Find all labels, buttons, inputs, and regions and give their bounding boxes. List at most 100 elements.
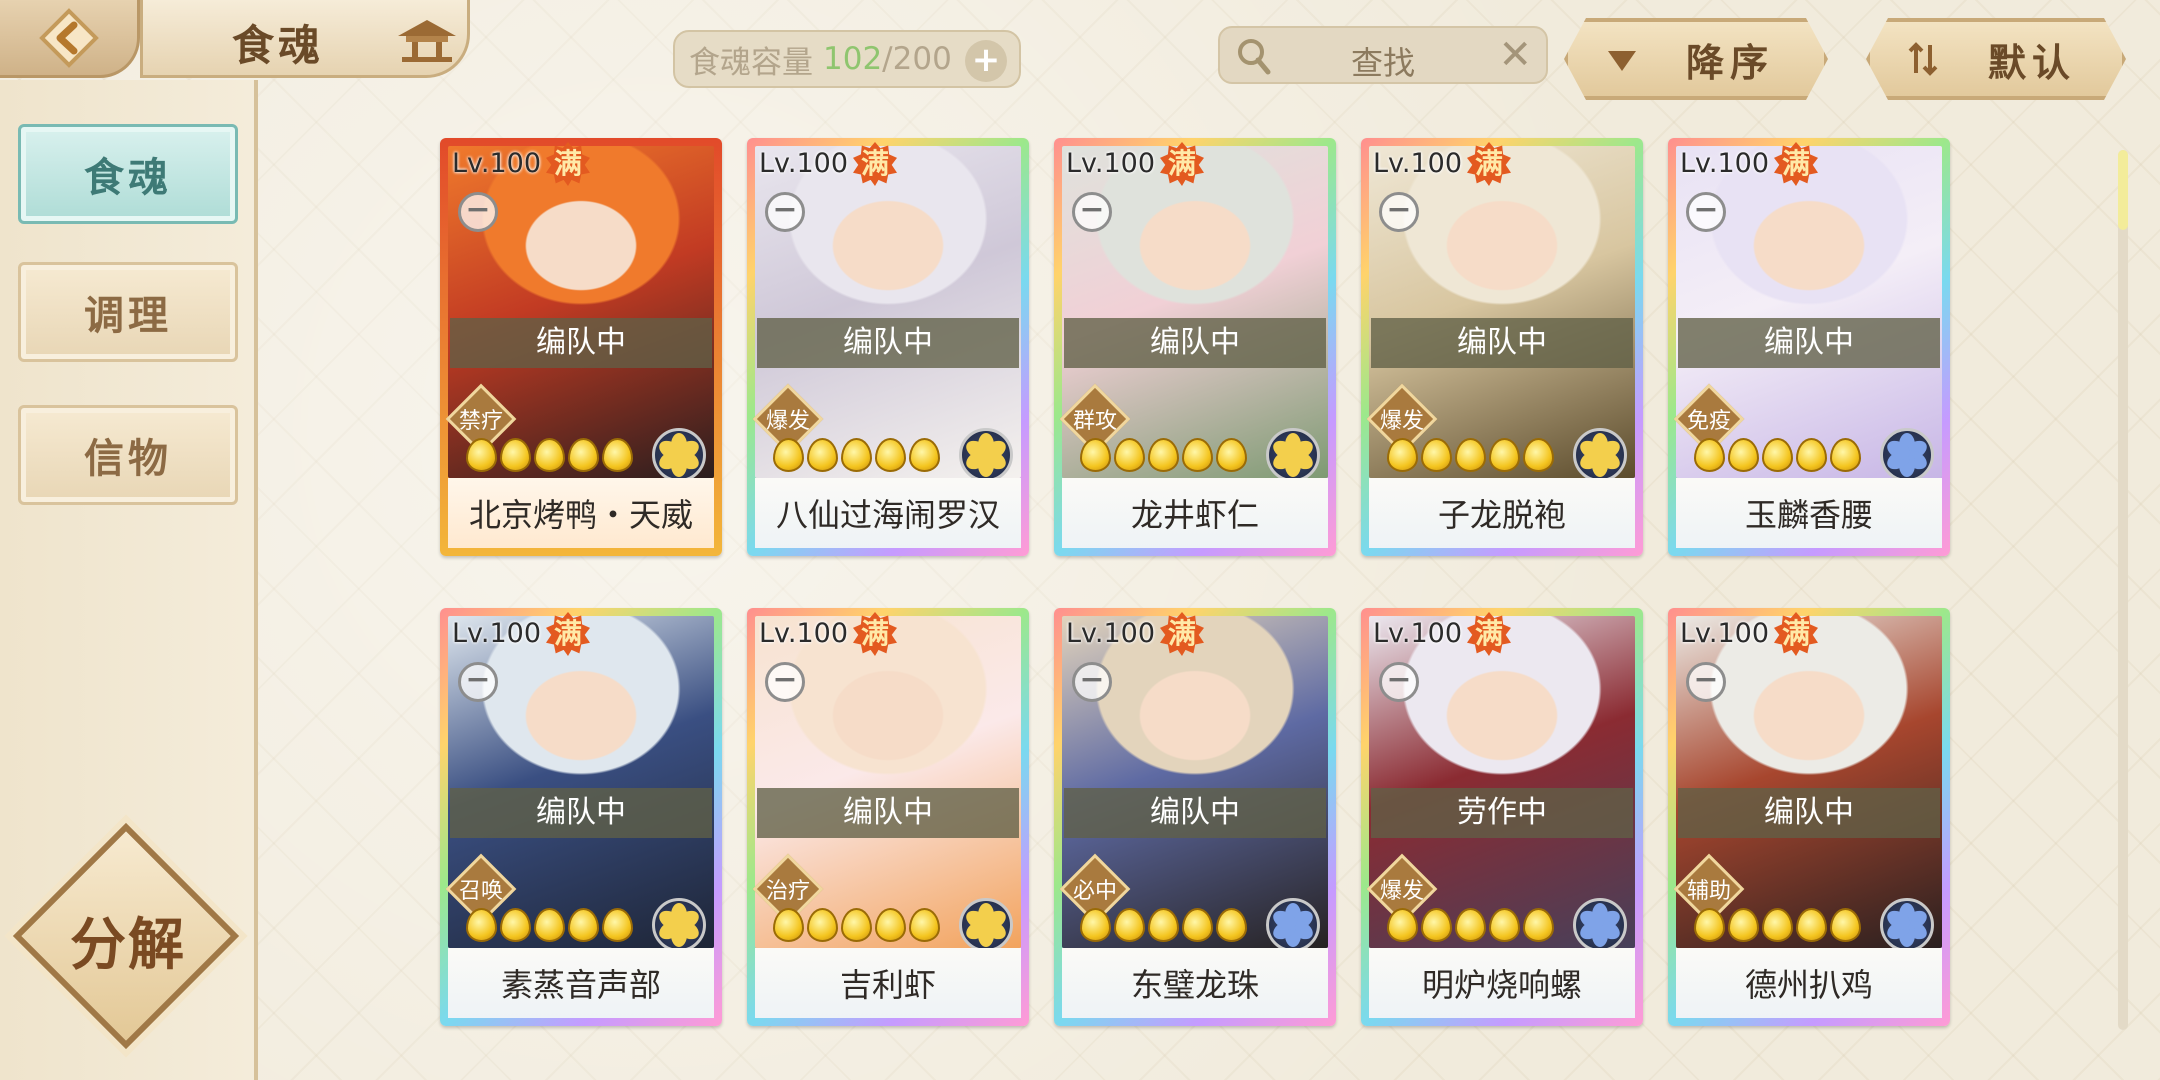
sort-mode-button[interactable]: 默认 <box>1866 18 2126 100</box>
soul-card[interactable]: Lv.100 满 − 编队中 爆发 子龙脱袍 <box>1361 138 1643 556</box>
sidebar-item-cook[interactable]: 调理 <box>18 262 238 362</box>
star-icon <box>841 438 872 472</box>
star-rating <box>1080 908 1247 948</box>
element-flower-icon <box>652 898 706 952</box>
level-label: Lv.100 <box>1373 618 1463 649</box>
star-icon <box>1387 908 1418 942</box>
capacity-max: 200 <box>892 41 952 77</box>
soul-card[interactable]: Lv.100 满 − 编队中 禁疗 北京烤鸭・天威 <box>440 138 722 556</box>
star-icon <box>1216 908 1247 942</box>
role-label: 召唤 <box>458 879 503 904</box>
soul-card[interactable]: Lv.100 满 − 劳作中 爆发 明炉烧响螺 <box>1361 608 1643 1026</box>
level-label: Lv.100 <box>1066 618 1156 649</box>
star-icon <box>1114 908 1145 942</box>
level-label: Lv.100 <box>1680 618 1770 649</box>
expand-capacity-button[interactable]: + <box>965 40 1007 82</box>
minus-icon[interactable]: − <box>765 662 805 702</box>
back-arrow-icon <box>38 7 99 68</box>
sort-swap-icon <box>1906 41 1942 77</box>
level-label: Lv.100 <box>759 148 849 179</box>
search-input[interactable]: 查找 ✕ <box>1218 26 1548 84</box>
star-icon <box>875 438 906 472</box>
minus-icon[interactable]: − <box>765 192 805 232</box>
star-icon <box>1216 438 1247 472</box>
star-icon <box>568 438 599 472</box>
star-icon <box>1387 438 1418 472</box>
soul-card[interactable]: Lv.100 满 − 编队中 群攻 龙井虾仁 <box>1054 138 1336 556</box>
star-icon <box>1114 438 1145 472</box>
star-icon <box>1421 438 1452 472</box>
minus-icon[interactable]: − <box>1072 192 1112 232</box>
level-label: Lv.100 <box>1066 148 1156 179</box>
star-icon <box>773 438 804 472</box>
star-icon <box>841 908 872 942</box>
status-banner: 编队中 <box>450 788 712 838</box>
minus-icon[interactable]: − <box>1686 662 1726 702</box>
soul-card[interactable]: Lv.100 满 − 编队中 治疗 吉利虾 <box>747 608 1029 1026</box>
soul-card[interactable]: Lv.100 满 − 编队中 辅助 德州扒鸡 <box>1668 608 1950 1026</box>
star-icon <box>500 438 531 472</box>
sidebar-item-soul[interactable]: 食魂 <box>18 124 238 224</box>
star-icon <box>1455 438 1486 472</box>
minus-icon[interactable]: − <box>1686 192 1726 232</box>
status-banner: 编队中 <box>757 318 1019 368</box>
element-flower-icon <box>1573 898 1627 952</box>
star-icon <box>1728 438 1759 472</box>
sort-order-button[interactable]: 降序 <box>1564 18 1828 100</box>
star-rating <box>773 908 940 948</box>
character-name: 龙井虾仁 <box>1062 478 1328 548</box>
character-name: 玉麟香腰 <box>1676 478 1942 548</box>
star-icon <box>1148 438 1179 472</box>
star-icon <box>1762 908 1793 942</box>
role-label: 禁疗 <box>458 409 503 434</box>
star-icon <box>568 908 599 942</box>
soul-card[interactable]: Lv.100 满 − 编队中 必中 东璧龙珠 <box>1054 608 1336 1026</box>
minus-icon[interactable]: − <box>1379 192 1419 232</box>
element-flower-icon <box>652 428 706 482</box>
character-name: 北京烤鸭・天威 <box>448 478 714 548</box>
back-button[interactable] <box>0 0 140 78</box>
star-icon <box>909 908 940 942</box>
level-label: Lv.100 <box>1680 148 1770 179</box>
star-icon <box>1182 908 1213 942</box>
minus-icon[interactable]: − <box>1379 662 1419 702</box>
star-rating <box>1694 908 1861 948</box>
capacity-display: 食魂容量 102 / 200 + <box>673 30 1021 88</box>
minus-icon[interactable]: − <box>458 662 498 702</box>
scrollbar[interactable] <box>2118 150 2128 1030</box>
status-banner: 编队中 <box>1678 318 1940 368</box>
star-icon <box>1796 438 1827 472</box>
character-name: 德州扒鸡 <box>1676 948 1942 1018</box>
star-icon <box>875 908 906 942</box>
element-flower-icon <box>1266 428 1320 482</box>
scroll-thumb[interactable] <box>2118 150 2128 230</box>
element-flower-icon <box>1880 898 1934 952</box>
character-name: 明炉烧响螺 <box>1369 948 1635 1018</box>
star-icon <box>534 908 565 942</box>
pavilion-icon[interactable] <box>392 14 462 64</box>
role-label: 必中 <box>1072 879 1117 904</box>
star-rating <box>1387 908 1554 948</box>
sidebar-item-token[interactable]: 信物 <box>18 405 238 505</box>
star-icon <box>602 908 633 942</box>
star-icon <box>1182 438 1213 472</box>
sort-down-icon <box>1604 41 1640 77</box>
role-label: 群攻 <box>1072 409 1117 434</box>
clear-icon[interactable]: ✕ <box>1498 32 1532 78</box>
capacity-label: 食魂容量 <box>689 44 813 81</box>
star-icon <box>466 438 497 472</box>
soul-card[interactable]: Lv.100 满 − 编队中 召唤 素蒸音声部 <box>440 608 722 1026</box>
soul-card[interactable]: Lv.100 满 − 编队中 爆发 八仙过海闹罗汉 <box>747 138 1029 556</box>
level-label: Lv.100 <box>452 148 542 179</box>
soul-card[interactable]: Lv.100 满 − 编队中 免疫 玉麟香腰 <box>1668 138 1950 556</box>
role-label: 爆发 <box>1379 879 1424 904</box>
star-icon <box>1728 908 1759 942</box>
minus-icon[interactable]: − <box>1072 662 1112 702</box>
star-icon <box>1694 908 1725 942</box>
minus-icon[interactable]: − <box>458 192 498 232</box>
sort-order-label: 降序 <box>1686 40 1775 85</box>
status-banner: 编队中 <box>757 788 1019 838</box>
star-icon <box>1455 908 1486 942</box>
star-icon <box>1830 438 1861 472</box>
level-label: Lv.100 <box>452 618 542 649</box>
